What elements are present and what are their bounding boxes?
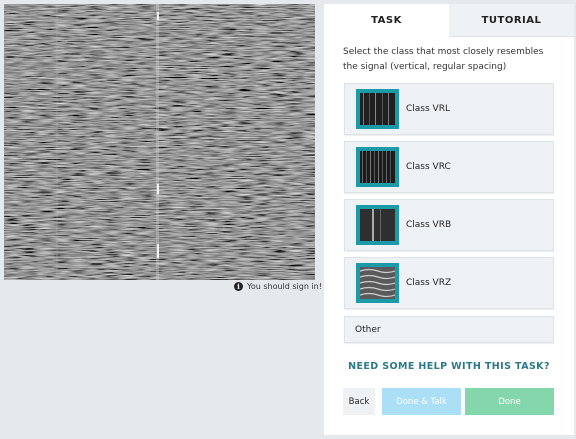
signin-text: You should sign in!	[247, 282, 322, 291]
vrz-thumbnail	[356, 263, 399, 303]
task-tabs: TASK TUTORIAL	[324, 4, 574, 37]
done-button[interactable]: Done	[465, 388, 554, 415]
vrl-thumbnail	[356, 89, 399, 129]
option-label: Class VRC	[406, 162, 451, 172]
option-label: Class VRZ	[406, 278, 452, 288]
vrb-thumbnail	[356, 205, 399, 245]
back-button[interactable]: Back	[343, 388, 375, 415]
task-panel: TASK TUTORIAL Select the class that most…	[324, 4, 574, 435]
help-link[interactable]: NEED SOME HELP WITH THIS TASK?	[324, 361, 574, 372]
option-class-vrc[interactable]: Class VRC	[344, 141, 554, 193]
info-icon: i	[234, 282, 243, 291]
signin-notice: i You should sign in!	[234, 282, 322, 291]
option-class-vrb[interactable]: Class VRB	[344, 199, 554, 251]
done-and-talk-button[interactable]: Done & Talk	[382, 388, 461, 415]
subject-spectrogram-image	[4, 4, 315, 280]
option-class-vrl[interactable]: Class VRL	[344, 83, 554, 135]
tab-task[interactable]: TASK	[324, 4, 449, 37]
option-class-vrz[interactable]: Class VRZ	[344, 257, 554, 309]
tab-tutorial[interactable]: TUTORIAL	[449, 4, 574, 37]
option-other[interactable]: Other	[344, 316, 554, 343]
vrc-thumbnail	[356, 147, 399, 187]
option-label: Class VRL	[406, 104, 450, 114]
option-label: Class VRB	[406, 220, 452, 230]
task-question: Select the class that most closely resem…	[343, 47, 544, 72]
